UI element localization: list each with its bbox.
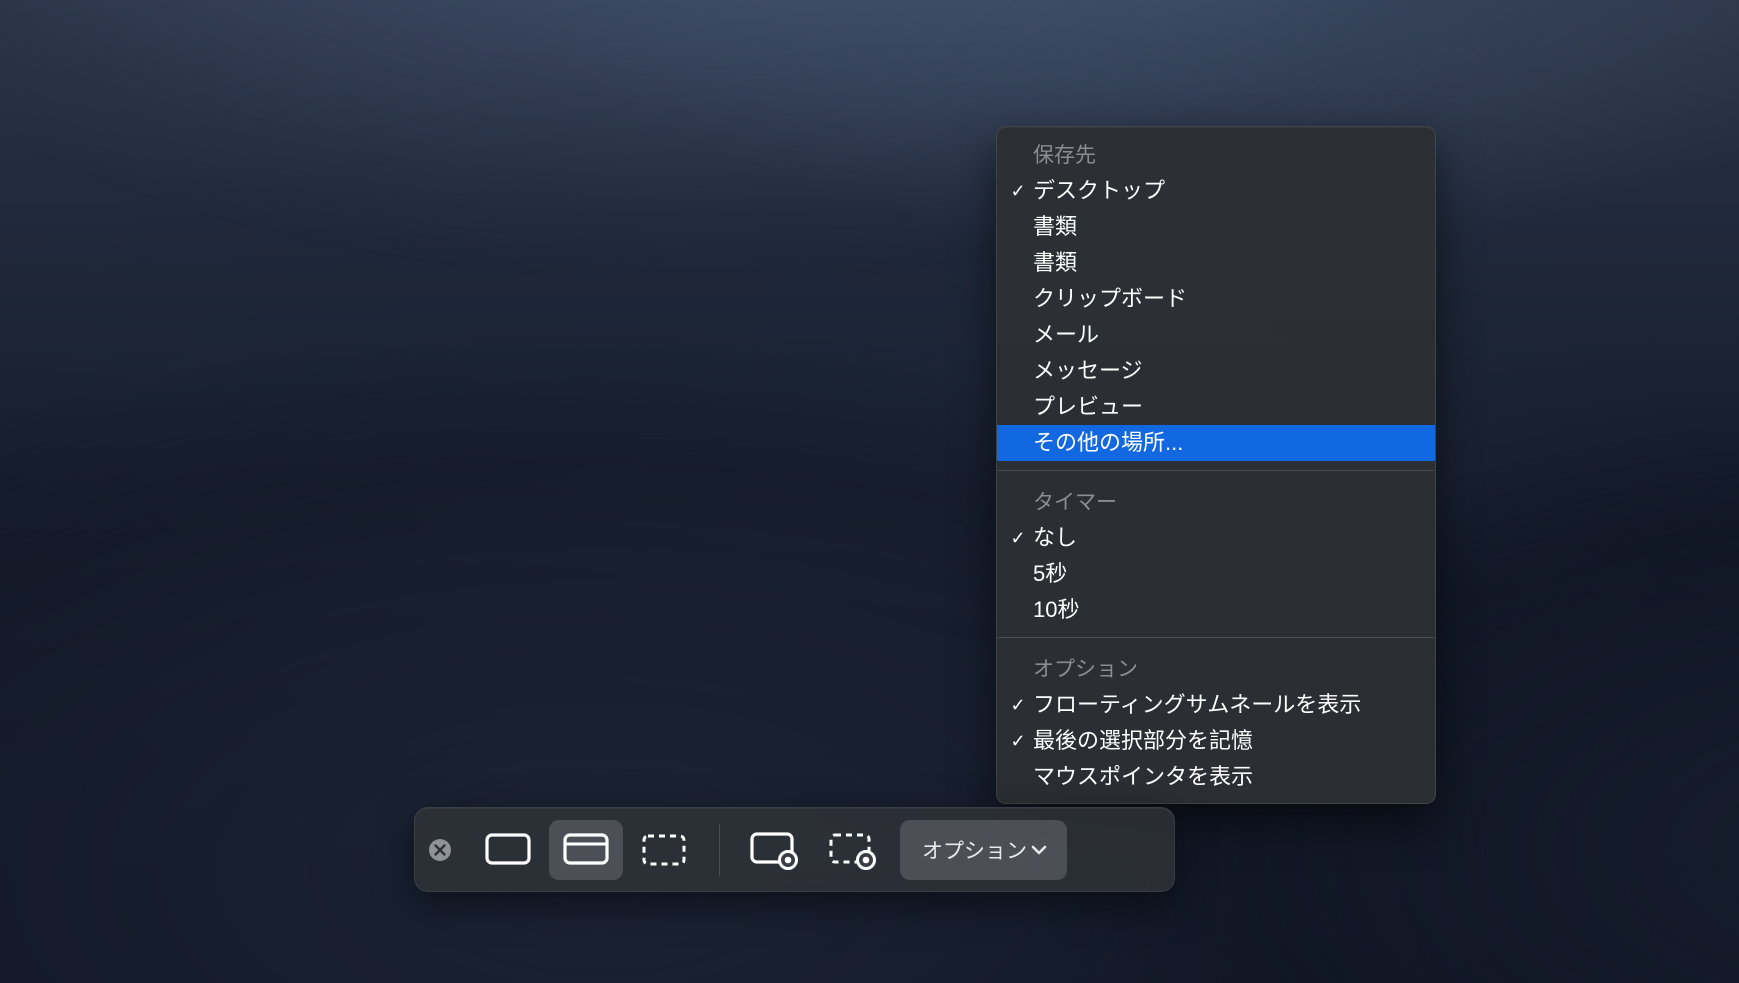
close-icon — [434, 844, 446, 856]
menu-item-timer-none[interactable]: ✓ なし — [997, 520, 1435, 556]
menu-item-messages[interactable]: メッセージ — [997, 353, 1435, 389]
menu-item-label: 10秒 — [1033, 597, 1079, 622]
menu-item-label: 5秒 — [1033, 561, 1067, 586]
menu-item-label: フローティングサムネールを表示 — [1033, 692, 1361, 717]
menu-item-label: 書類 — [1033, 214, 1077, 239]
options-button[interactable]: オプション — [900, 820, 1067, 880]
menu-item-preview[interactable]: プレビュー — [997, 389, 1435, 425]
close-button[interactable] — [429, 839, 451, 861]
menu-item-timer-5s[interactable]: 5秒 — [997, 556, 1435, 592]
checkmark-icon: ✓ — [1007, 173, 1029, 209]
menu-item-label: 書類 — [1033, 250, 1077, 275]
selection-icon — [641, 831, 687, 869]
menu-item-label: プレビュー — [1033, 394, 1143, 419]
record-screen-icon — [750, 830, 800, 870]
options-label: オプション — [922, 835, 1027, 865]
capture-entire-screen-button[interactable] — [471, 820, 545, 880]
menu-item-show-floating-thumbnail[interactable]: ✓ フローティングサムネールを表示 — [997, 687, 1435, 723]
menu-separator — [998, 470, 1434, 471]
menu-item-label: 最後の選択部分を記憶 — [1033, 728, 1253, 753]
menu-item-label: デスクトップ — [1033, 178, 1165, 203]
options-menu: 保存先 ✓ デスクトップ 書類 書類 クリップボード メール メッセージ プレビ… — [996, 126, 1436, 804]
menu-section-header-options: オプション — [997, 647, 1435, 687]
record-entire-screen-button[interactable] — [738, 820, 812, 880]
screen-icon — [485, 831, 531, 869]
menu-item-label: クリップボード — [1033, 286, 1187, 311]
checkmark-icon: ✓ — [1007, 687, 1029, 723]
menu-item-other-location[interactable]: その他の場所... — [997, 425, 1435, 461]
checkmark-icon: ✓ — [1007, 723, 1029, 759]
toolbar-separator — [719, 824, 720, 876]
menu-item-label: メッセージ — [1033, 358, 1143, 383]
menu-item-mail[interactable]: メール — [997, 317, 1435, 353]
menu-item-show-mouse-pointer[interactable]: マウスポインタを表示 — [997, 759, 1435, 795]
desktop-wallpaper: 保存先 ✓ デスクトップ 書類 書類 クリップボード メール メッセージ プレビ… — [0, 0, 1739, 983]
menu-item-remember-last-selection[interactable]: ✓ 最後の選択部分を記憶 — [997, 723, 1435, 759]
checkmark-icon: ✓ — [1007, 520, 1029, 556]
menu-separator — [998, 637, 1434, 638]
menu-item-documents-2[interactable]: 書類 — [997, 245, 1435, 281]
menu-item-desktop[interactable]: ✓ デスクトップ — [997, 173, 1435, 209]
record-selection-icon — [828, 830, 878, 870]
record-selection-button[interactable] — [816, 820, 890, 880]
capture-selection-button[interactable] — [627, 820, 701, 880]
menu-item-documents-1[interactable]: 書類 — [997, 209, 1435, 245]
menu-section-header-save-to: 保存先 — [997, 133, 1435, 173]
menu-item-timer-10s[interactable]: 10秒 — [997, 592, 1435, 628]
menu-item-label: メール — [1033, 322, 1099, 347]
menu-item-clipboard[interactable]: クリップボード — [997, 281, 1435, 317]
chevron-down-icon — [1031, 838, 1047, 862]
screenshot-toolbar: オプション — [414, 807, 1175, 892]
menu-item-label: その他の場所... — [1033, 430, 1183, 455]
capture-window-button[interactable] — [549, 820, 623, 880]
menu-item-label: なし — [1033, 525, 1077, 550]
menu-section-header-timer: タイマー — [997, 480, 1435, 520]
menu-item-label: マウスポインタを表示 — [1033, 764, 1253, 789]
window-icon — [563, 831, 609, 869]
